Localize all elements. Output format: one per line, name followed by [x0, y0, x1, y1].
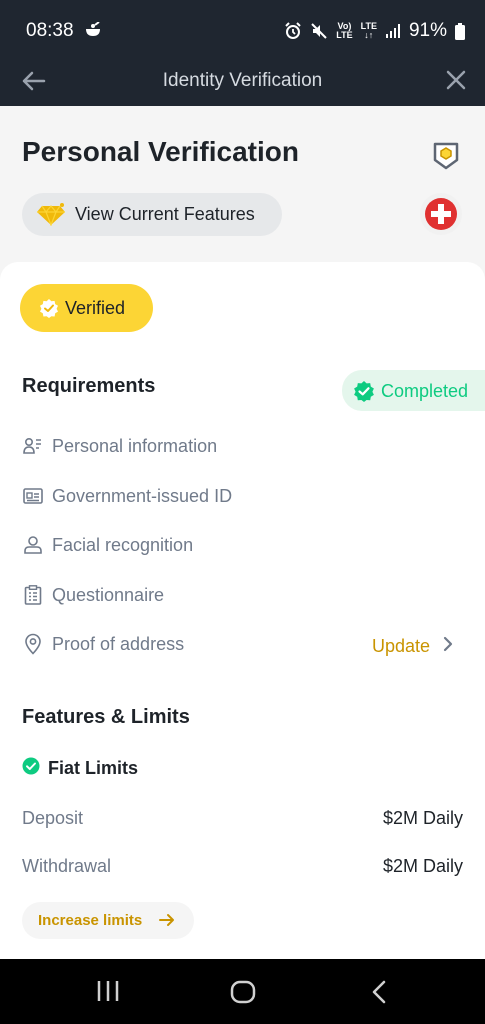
deposit-value: $2M Daily	[382, 808, 463, 828]
chevron-right-icon	[442, 636, 454, 657]
clipboard-icon	[22, 584, 44, 606]
lte-indicator: LTE ↓↑	[361, 22, 377, 40]
withdrawal-label: Withdrawal	[22, 856, 112, 876]
lte-label: LTE	[336, 30, 353, 40]
system-nav-bar	[0, 959, 485, 1024]
red-cross-symbol	[425, 198, 457, 230]
requirement-item-questionnaire: Questionnaire	[22, 581, 164, 609]
requirement-item-proof-of-address: Proof of address	[22, 630, 184, 658]
requirement-item-personal-information: Personal information	[22, 432, 217, 460]
view-features-button[interactable]: View Current Features	[22, 193, 282, 236]
completed-check-icon	[353, 380, 375, 407]
page-title: Personal Verification	[22, 136, 299, 167]
verified-check-icon	[39, 298, 59, 323]
update-address-link[interactable]: Update	[372, 636, 454, 657]
view-features-label: View Current Features	[75, 204, 255, 224]
alarm-icon	[284, 22, 302, 40]
withdrawal-value: $2M Daily	[382, 856, 463, 876]
app-bar-title: Identity Verification	[162, 70, 323, 91]
deposit-label: Deposit	[22, 808, 84, 828]
header-area	[0, 106, 485, 276]
person-info-icon	[22, 435, 44, 457]
verified-label: Verified	[65, 298, 126, 318]
requirement-label: Personal information	[52, 435, 218, 456]
features-limits-title: Features & Limits	[22, 706, 190, 728]
data-arrows-icon: ↓↑	[364, 30, 374, 40]
requirement-label: Proof of address	[52, 633, 185, 654]
status-time: 08:38	[26, 20, 74, 41]
home-icon[interactable]	[230, 979, 256, 1010]
increase-limits-label: Increase limits	[38, 912, 143, 929]
completed-label: Completed	[381, 381, 469, 401]
requirement-label: Government-issued ID	[52, 485, 233, 506]
requirement-item-government-id: Government-issued ID	[22, 482, 232, 510]
fiat-limits-label: Fiat Limits	[48, 758, 139, 778]
notification-icon	[84, 21, 102, 43]
fiat-limits-heading: Fiat Limits	[22, 757, 138, 780]
requirement-label: Questionnaire	[52, 584, 165, 605]
volte-indicator: Vo) LTE	[336, 22, 352, 40]
increase-limits-button[interactable]: Increase limits	[22, 902, 194, 939]
shield-badge-icon[interactable]	[432, 142, 460, 175]
mute-icon	[310, 22, 328, 40]
requirements-title: Requirements	[22, 375, 156, 397]
back-nav-icon[interactable]	[370, 979, 388, 1010]
update-label: Update	[372, 636, 431, 656]
diamond-icon	[36, 202, 66, 231]
recent-apps-icon[interactable]	[96, 979, 120, 1008]
id-card-icon	[22, 485, 44, 507]
signal-icon	[385, 23, 401, 39]
arrow-right-icon	[158, 912, 176, 933]
completed-badge: Completed	[342, 370, 485, 411]
app-bar: Identity Verification	[0, 62, 485, 106]
battery-icon	[455, 22, 465, 40]
emergency-cross-icon[interactable]	[420, 193, 462, 235]
status-bar: 08:38 Vo) LTE LTE ↓↑ 91%	[0, 0, 485, 62]
battery-percent: 91%	[408, 20, 447, 41]
requirement-item-facial-recognition: Facial recognition	[22, 531, 193, 559]
person-icon	[22, 534, 44, 556]
fiat-check-icon	[22, 757, 40, 780]
location-pin-icon	[22, 633, 44, 655]
close-icon[interactable]	[445, 69, 467, 96]
requirement-label: Facial recognition	[52, 534, 194, 555]
verified-badge: Verified	[20, 284, 153, 332]
